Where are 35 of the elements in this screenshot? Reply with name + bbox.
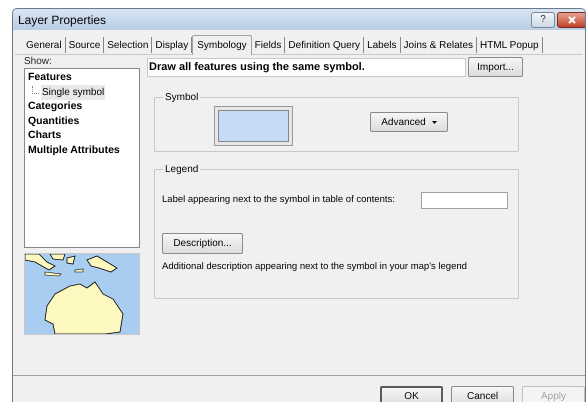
tab[interactable]: Definition Query (285, 37, 364, 53)
advanced-button[interactable]: Advanced (370, 112, 448, 132)
tree-item[interactable]: Quantities (28, 114, 80, 130)
description-button[interactable]: Description... (162, 233, 243, 254)
tree-connector (32, 86, 39, 94)
close-button[interactable] (557, 12, 585, 28)
label-prompt: Label appearing next to the symbol in table of contents: (162, 193, 396, 208)
tree-item[interactable]: Multiple Attributes (28, 142, 120, 159)
tree-item[interactable]: Categories (28, 99, 82, 116)
group-title: Symbol (164, 91, 200, 105)
tab[interactable]: Joins & Relates (400, 37, 478, 53)
tab[interactable]: Source (66, 37, 104, 53)
group-title: Legend (164, 163, 200, 177)
show-label: Show: (24, 57, 53, 67)
symbol-swatch-button[interactable] (214, 106, 293, 146)
tab[interactable]: General (23, 37, 66, 53)
tree-item[interactable]: Single symbol (41, 85, 106, 100)
close-icon (568, 16, 576, 24)
label-input-field[interactable] (421, 192, 508, 209)
tree-item[interactable]: Charts (28, 128, 62, 144)
tab[interactable]: Labels (364, 37, 401, 53)
dialog-button[interactable]: Cancel (451, 386, 514, 402)
tab[interactable]: HTML Popup (477, 37, 543, 53)
help-button[interactable]: ? (531, 12, 555, 28)
symbology-heading: Draw all features using the same symbol. (147, 58, 466, 77)
window-title: Layer Properties (18, 12, 106, 28)
dialog-button[interactable]: OK (380, 386, 444, 402)
description-note: Additional description appearing next to the symbol in your map's legend (162, 260, 468, 274)
tab[interactable]: Symbology (192, 35, 252, 55)
tree-item[interactable]: Features (28, 70, 72, 86)
dropdown-arrow-icon (432, 120, 437, 124)
tab[interactable]: Fields (252, 37, 286, 53)
tab[interactable]: Selection (104, 37, 152, 53)
symbol-swatch (218, 110, 289, 142)
import-button[interactable]: Import... (468, 57, 523, 77)
